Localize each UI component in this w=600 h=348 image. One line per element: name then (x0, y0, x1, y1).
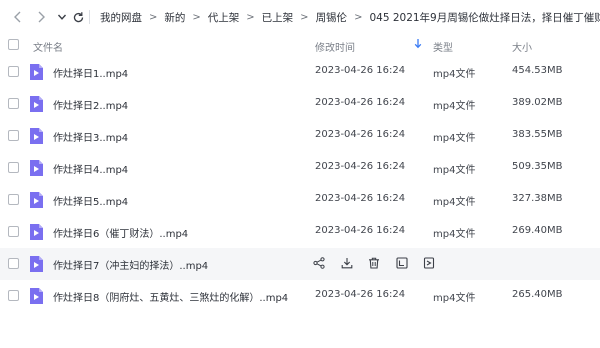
video-file-icon (30, 128, 43, 144)
file-row[interactable]: 作灶择日1..mp4 2023-04-26 16:24 mp4文件 454.53… (0, 56, 600, 88)
breadcrumb-item[interactable]: 代上架 (208, 10, 240, 25)
forward-button[interactable] (33, 8, 49, 26)
file-name[interactable]: 作灶择日7（冲主妇的择法）..mp4 (53, 257, 208, 272)
chevron-right-icon (38, 11, 45, 23)
breadcrumb-separator: > (149, 11, 158, 23)
breadcrumb-item[interactable]: 新的 (164, 10, 185, 25)
file-size: 454.53MB (512, 65, 563, 76)
toolbar: 我的网盘 > 新的 > 代上架 > 已上架 > 周锡伦 > 045 2021年9… (0, 0, 600, 34)
breadcrumb-separator: > (300, 11, 309, 23)
file-size: 389.02MB (512, 97, 563, 108)
file-modified: 2023-04-26 16:24 (315, 161, 406, 172)
file-modified: 2023-04-26 16:24 (315, 193, 406, 204)
video-file-icon (30, 288, 43, 304)
breadcrumb: 我的网盘 > 新的 > 代上架 > 已上架 > 周锡伦 > 045 2021年9… (100, 0, 600, 34)
file-type: mp4文件 (433, 165, 476, 176)
chevron-left-icon (14, 11, 21, 23)
row-checkbox[interactable] (8, 226, 19, 237)
file-row-hovered[interactable]: 作灶择日7（冲主妇的择法）..mp4 (0, 248, 600, 280)
breadcrumb-item[interactable]: 我的网盘 (100, 10, 142, 25)
file-size: 327.38MB (512, 193, 563, 204)
file-size: 383.55MB (512, 129, 563, 140)
file-name[interactable]: 作灶择日3..mp4 (53, 129, 128, 144)
file-name[interactable]: 作灶择日4..mp4 (53, 161, 128, 176)
back-button[interactable] (10, 8, 26, 26)
share-icon[interactable] (312, 256, 326, 270)
row-actions (312, 256, 450, 270)
refresh-icon (73, 11, 83, 22)
column-header-name[interactable]: 文件名 (33, 39, 63, 54)
file-row[interactable]: 作灶择日5..mp4 2023-04-26 16:24 mp4文件 327.38… (0, 184, 600, 216)
breadcrumb-separator: > (354, 11, 363, 23)
breadcrumb-item[interactable]: 已上架 (262, 10, 294, 25)
row-checkbox[interactable] (8, 66, 19, 77)
column-header-type[interactable]: 类型 (433, 39, 453, 54)
file-modified: 2023-04-26 16:24 (315, 225, 406, 236)
file-row[interactable]: 作灶择日8（阴府灶、五黄灶、三煞灶的化解）..mp4 2023-04-26 16… (0, 280, 600, 312)
file-name[interactable]: 作灶择日1..mp4 (53, 65, 128, 80)
video-file-icon (30, 192, 43, 208)
file-modified: 2023-04-26 16:24 (315, 97, 406, 108)
file-size: 265.40MB (512, 289, 563, 300)
history-dropdown-button[interactable] (54, 8, 70, 26)
breadcrumb-separator: > (246, 11, 255, 23)
column-header-size[interactable]: 大小 (512, 39, 532, 54)
file-modified: 2023-04-26 16:24 (315, 129, 406, 140)
file-row[interactable]: 作灶择日4..mp4 2023-04-26 16:24 mp4文件 509.35… (0, 152, 600, 184)
refresh-button[interactable] (70, 8, 86, 26)
file-list-header: 文件名 修改时间 类型 大小 (0, 34, 600, 56)
download-icon[interactable] (340, 256, 354, 270)
column-header-modified[interactable]: 修改时间 (315, 39, 355, 54)
video-file-icon (30, 64, 43, 80)
file-row[interactable]: 作灶择日6（催丁财法）..mp4 2023-04-26 16:24 mp4文件 … (0, 216, 600, 248)
row-checkbox[interactable] (8, 98, 19, 109)
breadcrumb-item[interactable]: 周锡伦 (316, 10, 348, 25)
file-size: 269.40MB (512, 225, 563, 236)
file-type: mp4文件 (433, 133, 476, 144)
row-checkbox[interactable] (8, 258, 19, 269)
row-checkbox[interactable] (8, 290, 19, 301)
video-file-icon (30, 96, 43, 112)
file-name[interactable]: 作灶择日5..mp4 (53, 193, 128, 208)
breadcrumb-current[interactable]: 045 2021年9月周锡伦做灶择日法，择日催丁催财法 8集 (369, 10, 600, 25)
video-file-icon (30, 256, 43, 272)
breadcrumb-separator: > (192, 11, 201, 23)
toolbar-divider (89, 10, 90, 24)
file-modified: 2023-04-26 16:24 (315, 289, 406, 300)
file-type: mp4文件 (433, 101, 476, 112)
delete-icon[interactable] (367, 256, 381, 270)
video-file-icon (30, 224, 43, 240)
select-all-checkbox[interactable] (8, 39, 19, 50)
file-type: mp4文件 (433, 293, 476, 304)
file-row[interactable]: 作灶择日2..mp4 2023-04-26 16:24 mp4文件 389.02… (0, 88, 600, 120)
file-row[interactable]: 作灶择日3..mp4 2023-04-26 16:24 mp4文件 383.55… (0, 120, 600, 152)
file-name[interactable]: 作灶择日6（催丁财法）..mp4 (53, 225, 188, 240)
chevron-down-icon (57, 14, 67, 20)
file-type: mp4文件 (433, 69, 476, 80)
row-checkbox[interactable] (8, 194, 19, 205)
file-type: mp4文件 (433, 197, 476, 208)
arrow-down-icon[interactable] (414, 38, 422, 52)
video-file-icon (30, 160, 43, 176)
rename-icon[interactable] (395, 256, 409, 270)
file-size: 509.35MB (512, 161, 563, 172)
file-name[interactable]: 作灶择日2..mp4 (53, 97, 128, 112)
file-modified: 2023-04-26 16:24 (315, 65, 406, 76)
row-checkbox[interactable] (8, 130, 19, 141)
row-checkbox[interactable] (8, 162, 19, 173)
file-name[interactable]: 作灶择日8（阴府灶、五黄灶、三煞灶的化解）..mp4 (53, 289, 288, 304)
more-icon[interactable] (422, 256, 436, 270)
file-type: mp4文件 (433, 229, 476, 240)
